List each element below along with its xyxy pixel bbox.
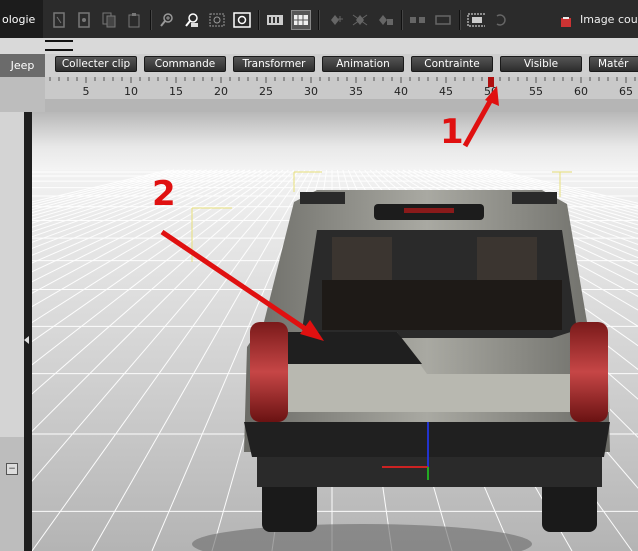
collapse-icon[interactable]: −	[6, 463, 18, 475]
track-button-constraint[interactable]: Contrainte	[411, 56, 493, 72]
track-name[interactable]: Jeep	[0, 54, 45, 77]
lock-key-icon[interactable]	[376, 11, 394, 29]
tail-light-right	[570, 322, 608, 422]
3d-viewport[interactable]	[32, 112, 638, 551]
loop-icon[interactable]	[434, 11, 452, 29]
toolbar-separator	[401, 10, 403, 30]
main-toolbar: ologie Image cou	[0, 0, 638, 39]
bone-chain-icon[interactable]	[75, 11, 93, 29]
tail-light-left	[250, 322, 288, 422]
bone-icon[interactable]	[50, 11, 68, 29]
viewport-background	[32, 112, 638, 170]
ruler-left-panel	[0, 77, 45, 112]
ruler-ticks: 5 10 15 20 25 30 35 40 45 50 55 60 65	[49, 77, 636, 98]
image-label[interactable]: Image cou	[580, 13, 638, 26]
ruler-tick-label: 55	[529, 85, 543, 98]
annotation-label-2: 2	[152, 174, 176, 214]
rear-seat	[322, 280, 562, 330]
grid-view-icon[interactable]	[291, 10, 311, 30]
track-button-material[interactable]: Matér	[589, 56, 638, 72]
third-brake-light	[404, 208, 454, 213]
delete-key-icon[interactable]	[351, 11, 369, 29]
zoom-frame-icon[interactable]	[208, 11, 226, 29]
refresh-icon[interactable]	[492, 11, 510, 29]
ruler-tick-label: 5	[83, 85, 90, 98]
copy-bone-icon[interactable]	[100, 11, 118, 29]
annotation-label-1: 1	[440, 112, 464, 152]
toolbar-separator	[459, 10, 461, 30]
image-icon[interactable]	[560, 13, 572, 27]
ruler-tick-label: 30	[304, 85, 318, 98]
zoom-fit-icon[interactable]	[233, 11, 251, 29]
toolbar-separator	[258, 10, 260, 30]
timeline-ruler[interactable]: 5 10 15 20 25 30 35 40 45 50 55 60 65	[45, 77, 638, 100]
ruler-tick-label: 45	[439, 85, 453, 98]
toolbar-icons	[50, 10, 517, 30]
ruler-tick-label: 10	[124, 85, 138, 98]
track-button-visible[interactable]: Visible	[500, 56, 582, 72]
tab-topology[interactable]: ologie	[0, 0, 43, 38]
panel-splitter[interactable]	[24, 112, 32, 551]
ruler-tick-label: 15	[169, 85, 183, 98]
zoom-person-icon[interactable]	[183, 11, 201, 29]
timeline-track-area	[45, 99, 638, 113]
menu-lines-icon[interactable]	[45, 40, 73, 51]
add-key-icon[interactable]	[326, 11, 344, 29]
collapse-arrow-icon[interactable]	[24, 336, 29, 344]
roof-rail-right	[512, 192, 557, 204]
track-button-transform[interactable]: Transformer	[233, 56, 315, 72]
ruler-tick-label: 20	[214, 85, 228, 98]
ruler-tick-label: 65	[619, 85, 633, 98]
ruler-tick-label: 40	[394, 85, 408, 98]
camera-frame-icon[interactable]	[467, 11, 485, 29]
track-button-animation[interactable]: Animation	[322, 56, 404, 72]
subbar	[0, 38, 638, 55]
ruler-tick-label: 25	[259, 85, 273, 98]
toolbar-separator	[318, 10, 320, 30]
headrest-left	[332, 237, 392, 282]
toolbar-separator	[150, 10, 152, 30]
ruler-tick-label: 60	[574, 85, 588, 98]
left-panel-lower	[0, 437, 24, 551]
track-button-command[interactable]: Commande	[144, 56, 226, 72]
paste-bone-icon[interactable]	[125, 11, 143, 29]
lower-bumper	[257, 457, 602, 487]
toggle-icon[interactable]	[409, 11, 427, 29]
roof-rail-left	[300, 192, 345, 204]
ruler-tick-label: 35	[349, 85, 363, 98]
headrest-right	[477, 237, 537, 282]
film-strip-icon[interactable]	[266, 11, 284, 29]
viewport-scene	[32, 112, 638, 551]
zoom-in-icon[interactable]	[158, 11, 176, 29]
track-button-collect-clip[interactable]: Collecter clip	[55, 56, 137, 72]
